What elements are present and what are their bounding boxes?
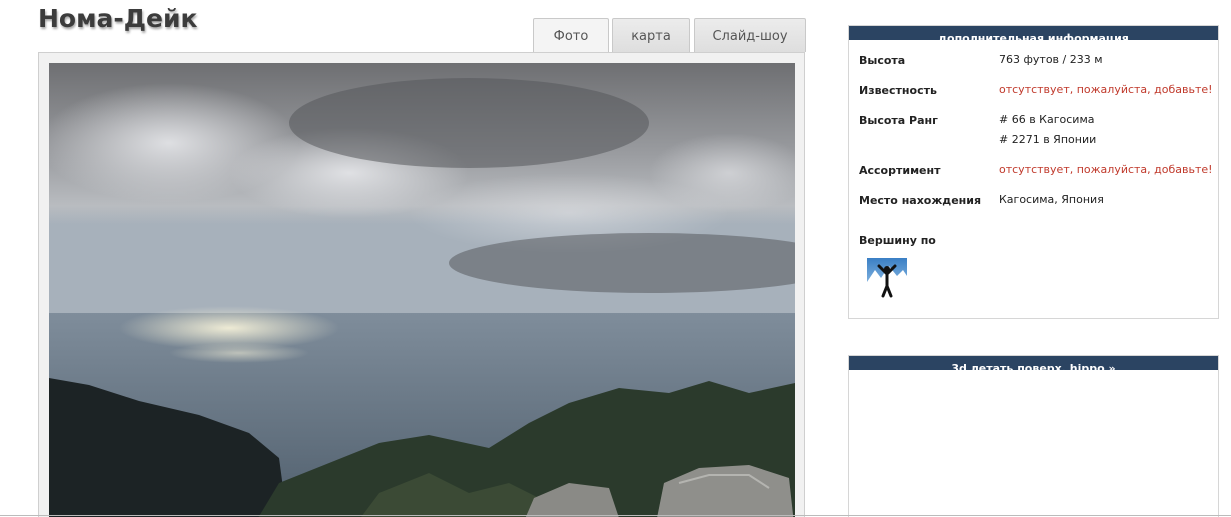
climber-icon[interactable] xyxy=(867,258,907,298)
info-box: дополнительная информация Высота 763 фут… xyxy=(848,25,1219,319)
page-title: Нома-Дейк xyxy=(38,4,198,33)
summit-label: Вершину по xyxy=(859,234,936,247)
info-box-header: дополнительная информация xyxy=(849,26,1218,40)
widget-box-header[interactable]: 3d летать поверх. hippo » xyxy=(849,356,1218,370)
height-rank-value-2[interactable]: # 2271 в Японии xyxy=(999,130,1096,150)
tab-map[interactable]: карта xyxy=(612,18,690,52)
height-rank-label: Высота Ранг xyxy=(859,114,938,127)
divider xyxy=(0,515,1231,516)
tab-photo[interactable]: Фото xyxy=(533,18,609,54)
location-value[interactable]: Кагосима, Япония xyxy=(999,190,1104,210)
widget-box: 3d летать поверх. hippo » xyxy=(848,355,1219,517)
height-rank-value[interactable]: # 66 в Кагосима xyxy=(999,110,1094,130)
photo-frame xyxy=(38,52,805,517)
prominence-value[interactable]: отсутствует, пожалуйста, добавьте! xyxy=(999,80,1213,100)
range-label: Ассортимент xyxy=(859,164,941,177)
tab-slideshow[interactable]: Слайд-шоу xyxy=(694,18,806,52)
elevation-value: 763 футов / 233 м xyxy=(999,53,1103,66)
elevation-label: Высота xyxy=(859,54,906,67)
location-label: Место нахождения xyxy=(859,194,982,207)
prominence-label: Известность xyxy=(859,84,937,97)
mountain-photo[interactable] xyxy=(49,63,795,517)
range-value[interactable]: отсутствует, пожалуйста, добавьте! xyxy=(999,160,1213,180)
